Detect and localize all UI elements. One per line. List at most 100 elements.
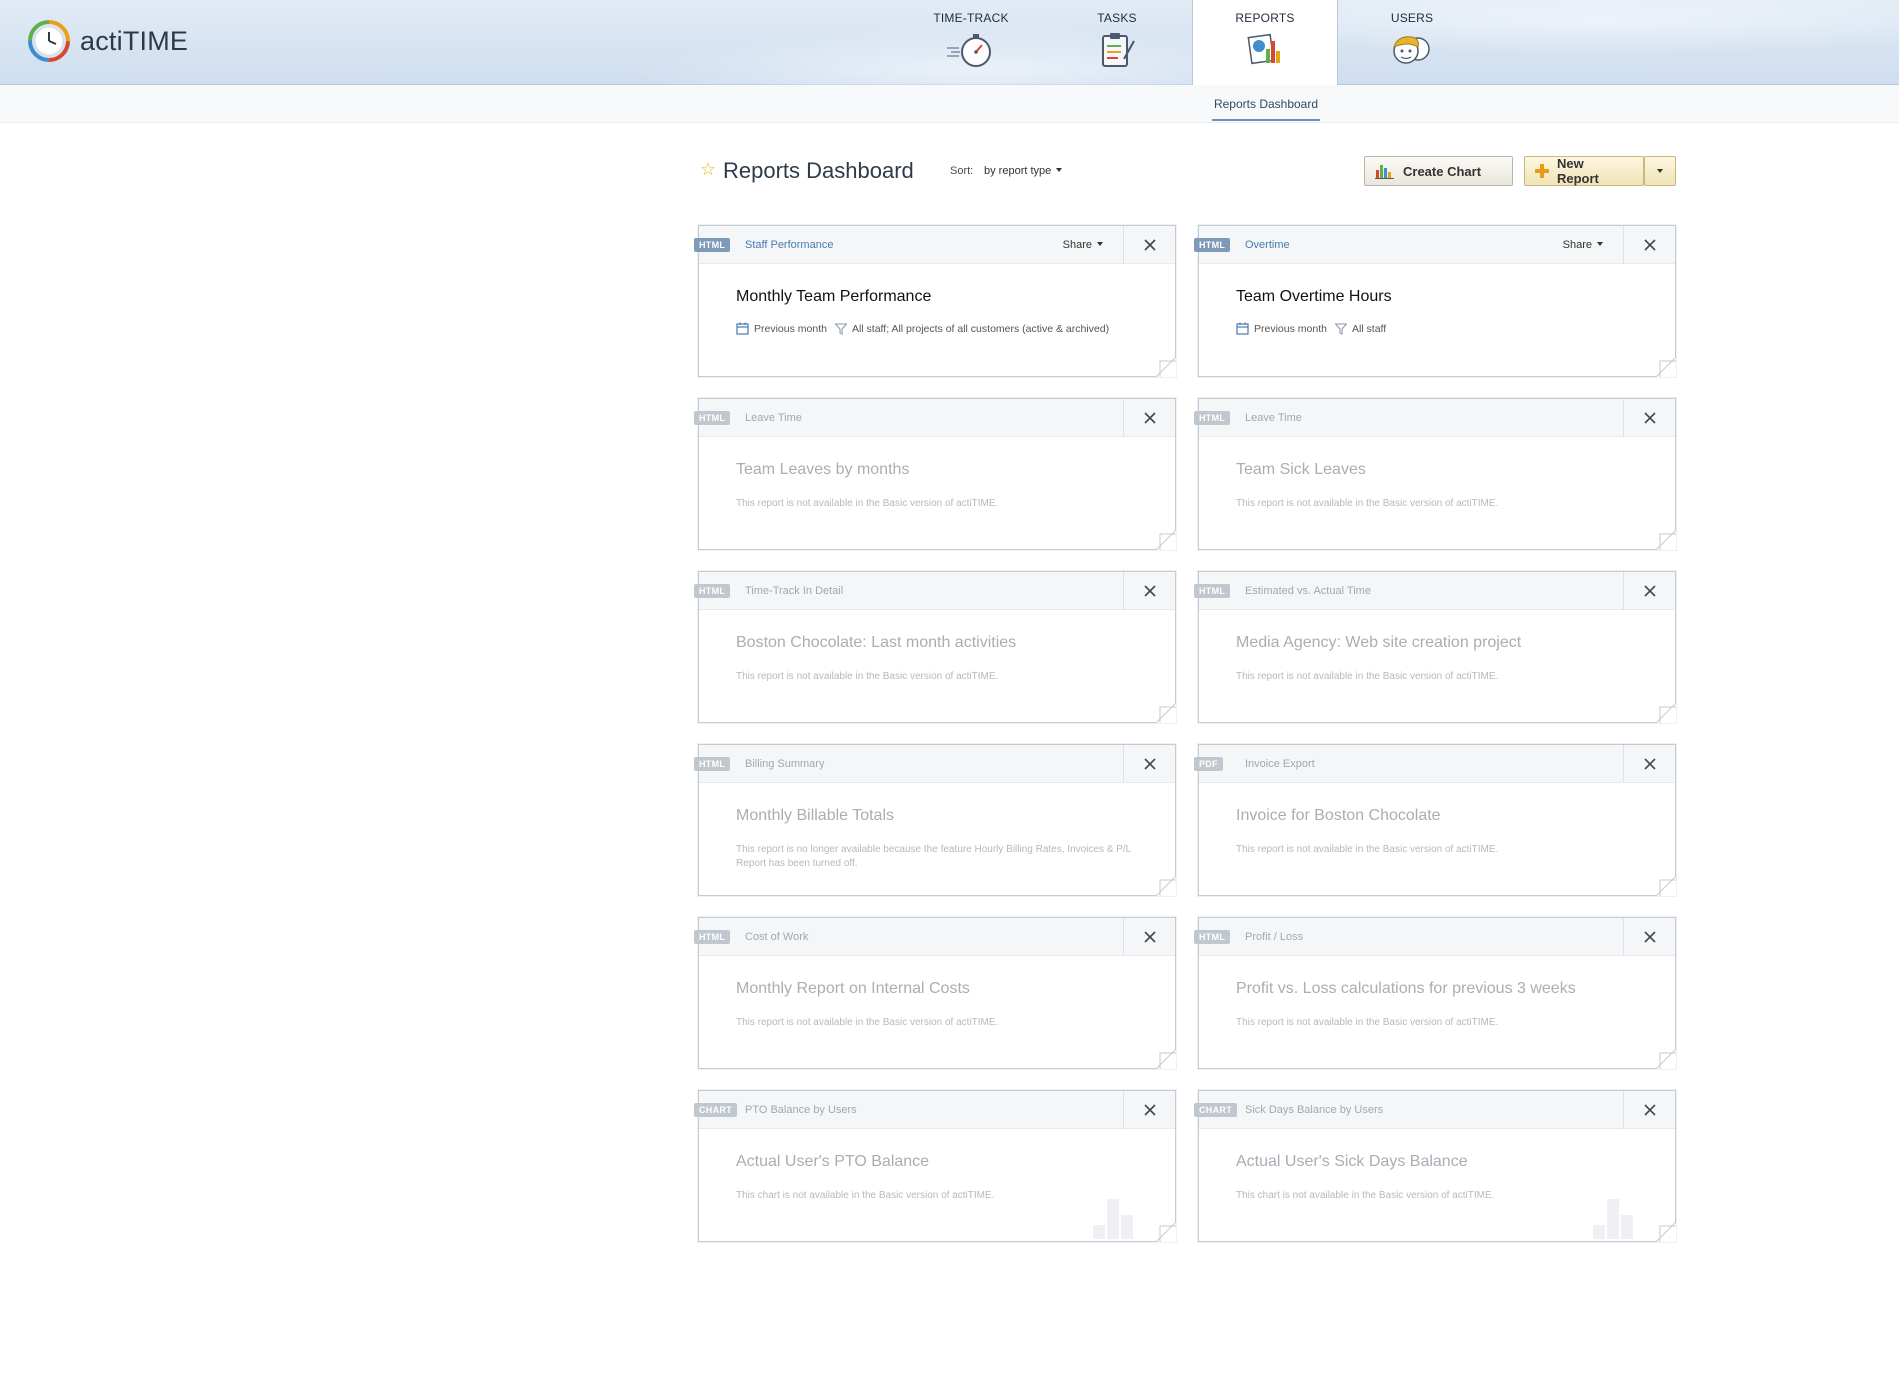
remove-report-button[interactable] bbox=[1123, 745, 1175, 783]
new-report-dropdown-button[interactable] bbox=[1644, 156, 1676, 186]
close-icon bbox=[1643, 1104, 1656, 1116]
report-title: Profit vs. Loss calculations for previou… bbox=[1236, 980, 1576, 997]
report-parameters: Previous month All staff; All projects of… bbox=[736, 322, 1109, 335]
remove-report-button[interactable] bbox=[1123, 226, 1175, 264]
remove-report-button[interactable] bbox=[1623, 1091, 1675, 1129]
page-fold-icon bbox=[1156, 1222, 1176, 1242]
chart-placeholder-icon bbox=[1591, 1199, 1633, 1239]
create-chart-button[interactable]: Create Chart bbox=[1364, 156, 1513, 186]
remove-report-button[interactable] bbox=[1623, 399, 1675, 437]
filter-icon bbox=[1334, 323, 1347, 335]
report-card-header: HTML Billing Summary bbox=[694, 745, 1175, 783]
remove-report-button[interactable] bbox=[1623, 572, 1675, 610]
page-fold-icon bbox=[1156, 357, 1176, 377]
report-type-link: Sick Days Balance by Users bbox=[1245, 1104, 1384, 1116]
users-icon bbox=[1393, 36, 1430, 64]
report-card[interactable]: CHART PTO Balance by Users Actual User's P… bbox=[694, 1090, 1176, 1242]
report-period: Previous month bbox=[1254, 322, 1327, 335]
report-card[interactable]: CHART Sick Days Balance by Users Actual Us… bbox=[1194, 1090, 1676, 1242]
report-title: Media Agency: Web site creation project bbox=[1236, 634, 1522, 651]
plus-icon bbox=[1535, 164, 1549, 178]
report-card-header: HTML Overtime Share bbox=[1194, 226, 1675, 264]
report-period: Previous month bbox=[754, 322, 827, 335]
report-card-header: HTML Profit / Loss bbox=[1194, 918, 1675, 956]
report-title: Monthly Billable Totals bbox=[736, 807, 895, 824]
report-card-header: CHART PTO Balance by Users bbox=[694, 1091, 1175, 1129]
caret-down-icon bbox=[1597, 242, 1603, 247]
report-card[interactable]: HTML Leave Time Team Leaves by months This … bbox=[694, 398, 1176, 550]
report-title[interactable]: Team Overtime Hours bbox=[1236, 288, 1392, 306]
share-label: Share bbox=[1562, 239, 1592, 251]
close-icon bbox=[1643, 239, 1656, 251]
report-title: Monthly Report on Internal Costs bbox=[736, 980, 970, 997]
page-title: Reports Dashboard bbox=[723, 158, 914, 183]
remove-report-button[interactable] bbox=[1623, 745, 1675, 783]
report-format-badge: HTML bbox=[694, 584, 731, 598]
report-card[interactable]: HTML Leave Time Team Sick Leaves This repor… bbox=[1194, 398, 1676, 550]
report-title[interactable]: Monthly Team Performance bbox=[736, 288, 931, 306]
report-card-header: PDF Invoice Export bbox=[1194, 745, 1675, 783]
report-card-header: HTML Leave Time bbox=[1194, 399, 1675, 437]
report-card[interactable]: HTML Overtime Share Team Overtime Hours Prev… bbox=[1194, 225, 1676, 377]
report-type-link: Invoice Export bbox=[1245, 758, 1315, 770]
report-type-link: Leave Time bbox=[745, 412, 802, 424]
calendar-icon bbox=[736, 322, 749, 335]
report-title: Actual User's PTO Balance bbox=[736, 1153, 930, 1170]
remove-report-button[interactable] bbox=[1623, 918, 1675, 956]
report-type-link[interactable]: Staff Performance bbox=[745, 239, 833, 251]
remove-report-button[interactable] bbox=[1123, 918, 1175, 956]
report-type-link[interactable]: Overtime bbox=[1245, 239, 1290, 251]
nav-tab-reports[interactable]: REPORTS bbox=[1192, 0, 1338, 86]
subnav-reports-dashboard[interactable]: Reports Dashboard bbox=[1212, 97, 1320, 121]
report-unavailable-note: This report is not available in the Basi… bbox=[736, 1017, 999, 1028]
report-card[interactable]: PDF Invoice Export Invoice for Boston Choc… bbox=[1194, 744, 1676, 896]
nav-tab-label: TIME-TRACK bbox=[933, 11, 1009, 25]
remove-report-button[interactable] bbox=[1123, 572, 1175, 610]
stopwatch-icon bbox=[947, 34, 991, 67]
nav-tab-time-track[interactable]: TIME-TRACK bbox=[898, 0, 1044, 85]
remove-report-button[interactable] bbox=[1123, 399, 1175, 437]
favorite-star-icon[interactable]: ☆ bbox=[700, 159, 716, 180]
remove-report-button[interactable] bbox=[1123, 1091, 1175, 1129]
nav-tab-label: USERS bbox=[1390, 11, 1434, 25]
chart-icon bbox=[1375, 163, 1395, 179]
page-fold-icon bbox=[1656, 530, 1676, 550]
new-report-label: New Report bbox=[1557, 156, 1599, 186]
clock-logo-icon bbox=[28, 20, 70, 62]
report-card[interactable]: HTML Staff Performance Share Monthly Team P… bbox=[694, 225, 1176, 377]
report-card-header: HTML Time-Track In Detail bbox=[694, 572, 1175, 610]
report-unavailable-note: This report is no longer available becau… bbox=[736, 844, 1131, 869]
sort-label: Sort: bbox=[950, 165, 974, 177]
new-report-button[interactable]: New Report bbox=[1524, 156, 1644, 186]
report-unavailable-note: This report is not available in the Basi… bbox=[1236, 1017, 1499, 1028]
page-fold-icon bbox=[1656, 357, 1676, 377]
report-type-link: Leave Time bbox=[1245, 412, 1302, 424]
report-unavailable-note: This report is not available in the Basi… bbox=[1236, 844, 1499, 855]
report-unavailable-note: This report is not available in the Basi… bbox=[736, 671, 999, 682]
report-card[interactable]: HTML Time-Track In Detail Boston Chocolate… bbox=[694, 571, 1176, 723]
remove-report-button[interactable] bbox=[1623, 226, 1675, 264]
report-card[interactable]: HTML Billing Summary Monthly Billable Tota… bbox=[694, 744, 1176, 896]
share-dropdown[interactable]: Share bbox=[1063, 239, 1103, 251]
share-label: Share bbox=[1062, 239, 1092, 251]
page-fold-icon bbox=[1156, 530, 1176, 550]
close-icon bbox=[1643, 585, 1656, 597]
close-icon bbox=[1143, 758, 1156, 770]
report-card-header: HTML Leave Time bbox=[694, 399, 1175, 437]
sort-dropdown[interactable]: by report type bbox=[984, 165, 1063, 177]
nav-tab-users[interactable]: USERS bbox=[1339, 0, 1485, 85]
report-card[interactable]: HTML Cost of Work Monthly Report on Intern… bbox=[694, 917, 1176, 1069]
report-card[interactable]: HTML Estimated vs. Actual Time Media Agenc… bbox=[1194, 571, 1676, 723]
report-format-badge: HTML bbox=[694, 238, 731, 252]
nav-tab-tasks[interactable]: TASKS bbox=[1044, 0, 1190, 85]
report-format-badge: HTML bbox=[694, 757, 731, 771]
app-name: actiTIME bbox=[80, 25, 189, 56]
report-card[interactable]: HTML Profit / Loss Profit vs. Loss calcula… bbox=[1194, 917, 1676, 1069]
app-logo[interactable]: actiTIME bbox=[28, 20, 188, 62]
close-icon bbox=[1143, 1104, 1156, 1116]
report-filter: All staff; All projects of all customers… bbox=[851, 322, 1110, 335]
page-fold-icon bbox=[1156, 1049, 1176, 1069]
report-type-link: Profit / Loss bbox=[1245, 931, 1304, 943]
page-fold-icon bbox=[1156, 876, 1176, 896]
share-dropdown[interactable]: Share bbox=[1563, 239, 1603, 251]
